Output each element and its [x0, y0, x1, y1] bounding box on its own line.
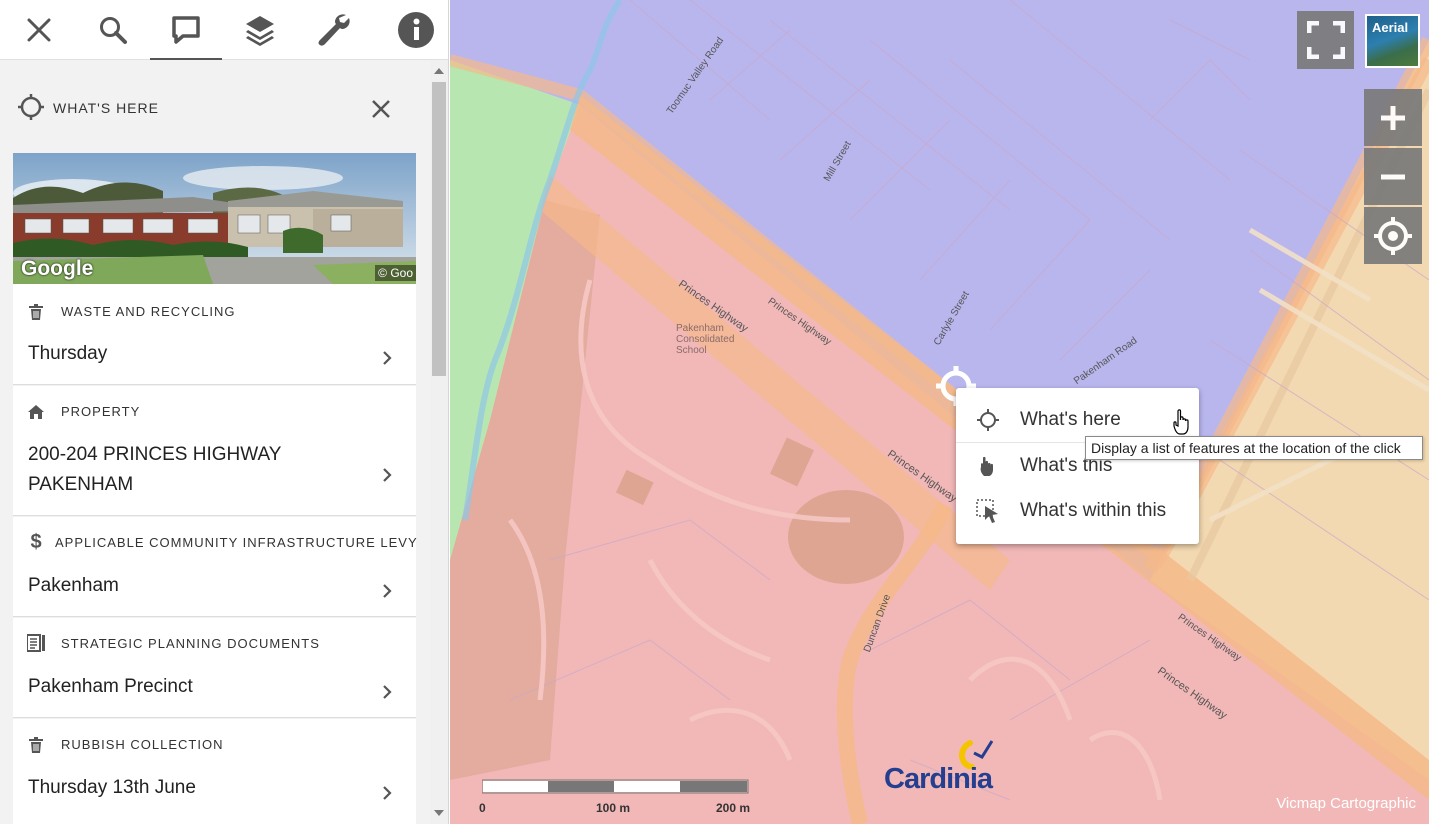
- toolbar: [0, 0, 448, 60]
- wrench-icon: [318, 14, 350, 46]
- basemap-toggle-aerial[interactable]: Aerial: [1365, 14, 1420, 68]
- my-location-button[interactable]: [1364, 207, 1422, 264]
- close-panel-button[interactable]: [17, 8, 61, 52]
- card-value: Pakenham: [28, 575, 119, 596]
- locate-icon: [1374, 216, 1412, 255]
- place-label: Pakenham Consolidated School: [676, 323, 735, 356]
- panel-header: WHAT'S HERE: [0, 60, 430, 153]
- crosshair-icon: [18, 94, 44, 120]
- card-rubbish-collection[interactable]: RUBBISH COLLECTION Thursday 13th June: [13, 719, 416, 824]
- info-icon: [398, 12, 434, 48]
- scale-bar: 0 100 m 200 m: [479, 779, 752, 819]
- minus-icon: [1381, 174, 1405, 179]
- dollar-icon: $: [30, 530, 42, 553]
- chevron-right-icon: [383, 468, 392, 482]
- layers-icon: [246, 16, 274, 46]
- scroll-down-arrow-icon[interactable]: [434, 810, 444, 816]
- trash-icon: [27, 736, 45, 754]
- tooltip: Display a list of features at the locati…: [1085, 436, 1423, 460]
- crosshair-icon: [977, 409, 999, 431]
- map-canvas[interactable]: Princes Highway Princes Highway Princes …: [450, 0, 1429, 824]
- card-category: WASTE AND RECYCLING: [61, 304, 236, 319]
- scroll-up-arrow-icon[interactable]: [434, 68, 444, 74]
- chevron-right-icon: [383, 351, 392, 365]
- panel-title: WHAT'S HERE: [53, 100, 159, 116]
- context-menu: What's here What's this What's within th…: [956, 388, 1199, 544]
- trash-icon: [27, 303, 45, 321]
- close-icon: [27, 18, 51, 42]
- map-base-layers: [450, 0, 1429, 824]
- comment-icon: [172, 16, 200, 44]
- tools-button[interactable]: [312, 8, 356, 52]
- search-icon: [100, 17, 127, 44]
- menu-item-whats-within-this[interactable]: What's within this: [956, 489, 1199, 533]
- street-view-image[interactable]: Google © Goo: [13, 153, 416, 284]
- chevron-right-icon: [383, 584, 392, 598]
- whats-here-tab[interactable]: [150, 8, 222, 60]
- menu-item-label: What's here: [1020, 409, 1121, 430]
- basemap-toggle-label: Aerial: [1372, 20, 1409, 35]
- card-property[interactable]: PROPERTY 200-204 PRINCES HIGHWAY PAKENHA…: [13, 386, 416, 516]
- google-brand: Google: [21, 257, 94, 280]
- zoom-in-button[interactable]: [1364, 89, 1422, 146]
- layers-button[interactable]: [238, 8, 282, 52]
- zoom-out-button[interactable]: [1364, 148, 1422, 205]
- card-category: PROPERTY: [61, 404, 141, 419]
- card-value: Thursday: [28, 343, 108, 364]
- plus-icon: [1381, 105, 1405, 130]
- card-category: APPLICABLE COMMUNITY INFRASTRUCTURE LEVY: [55, 535, 418, 550]
- scale-label: 100 m: [596, 801, 631, 815]
- chevron-right-icon: [383, 685, 392, 699]
- fullscreen-icon: [1306, 21, 1345, 59]
- card-community-infrastructure-levy[interactable]: $ APPLICABLE COMMUNITY INFRASTRUCTURE LE…: [13, 517, 418, 617]
- menu-item-label: What's within this: [1020, 500, 1167, 521]
- info-button[interactable]: [394, 8, 438, 52]
- chevron-right-icon: [383, 786, 392, 800]
- close-icon[interactable]: [371, 99, 391, 119]
- hand-pointer-icon: [980, 456, 993, 476]
- search-button[interactable]: [91, 8, 135, 52]
- scale-bar-graphic: [481, 779, 749, 794]
- document-icon: [27, 634, 45, 652]
- scale-label: 200 m: [716, 801, 751, 815]
- card-value: Thursday 13th June: [28, 777, 196, 798]
- sidebar-scrollbar[interactable]: [430, 60, 448, 824]
- card-value: 200-204 PRINCES HIGHWAY PAKENHAM: [28, 444, 282, 495]
- card-category: STRATEGIC PLANNING DOCUMENTS: [61, 636, 320, 651]
- home-icon: [27, 403, 45, 421]
- scrollbar-thumb[interactable]: [432, 82, 446, 376]
- map-attribution: Vicmap Cartographic: [1276, 795, 1416, 812]
- card-waste-and-recycling[interactable]: WASTE AND RECYCLING Thursday: [13, 284, 416, 385]
- sidebar: WHAT'S HERE Google © Goo WASTE AND RECYC…: [0, 0, 449, 824]
- street-view-copyright: © Goo: [375, 265, 416, 281]
- fullscreen-button[interactable]: [1297, 11, 1354, 69]
- card-category: RUBBISH COLLECTION: [61, 737, 224, 752]
- cardinia-logo: Cardinia: [884, 735, 1004, 795]
- scale-label: 0: [479, 801, 486, 815]
- card-strategic-planning-documents[interactable]: STRATEGIC PLANNING DOCUMENTS Pakenham Pr…: [13, 618, 416, 718]
- card-value: Pakenham Precinct: [28, 676, 193, 697]
- select-area-icon: [976, 499, 998, 523]
- logo-text: Cardinia: [884, 763, 993, 795]
- hand-cursor-icon: [1173, 409, 1189, 435]
- app-window: WHAT'S HERE Google © Goo WASTE AND RECYC…: [0, 0, 1429, 824]
